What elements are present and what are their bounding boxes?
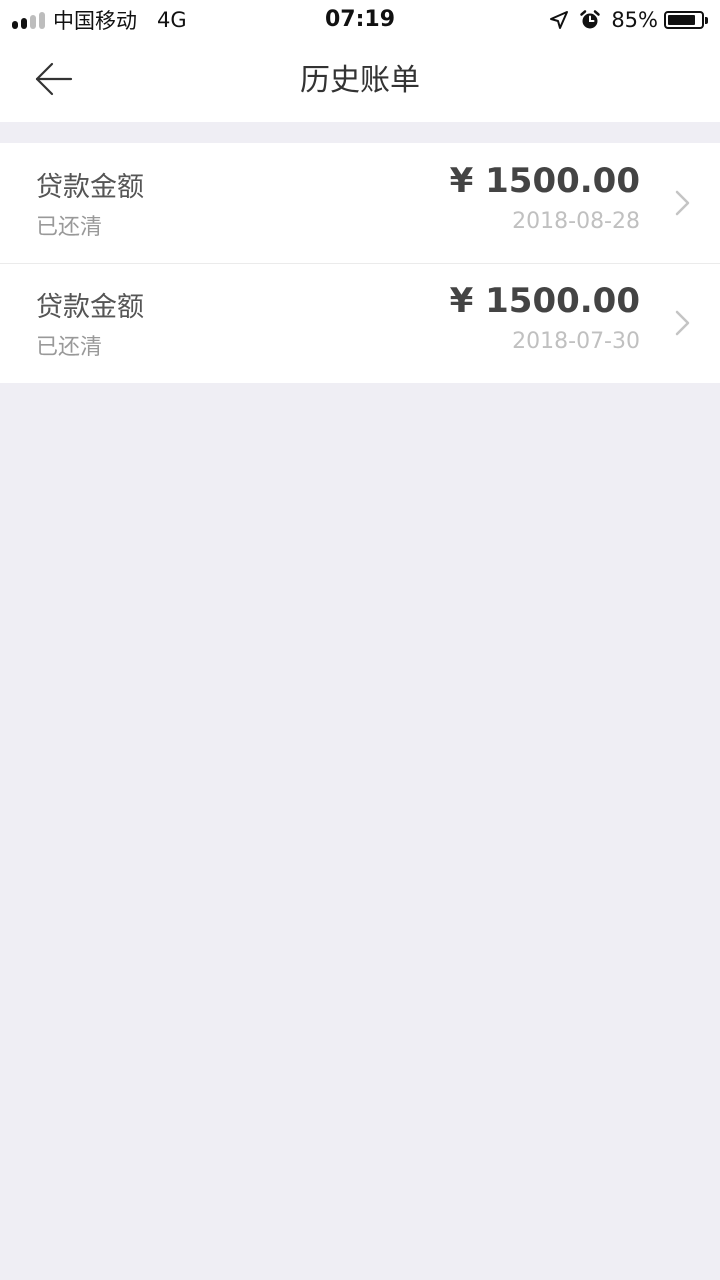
alarm-clock-icon [579, 9, 601, 31]
bill-list: 贷款金额 已还清 ¥ 1500.00 2018-08-28 贷款金额 已还清 ¥… [0, 143, 720, 383]
chevron-right-icon [674, 309, 692, 341]
bill-row[interactable]: 贷款金额 已还清 ¥ 1500.00 2018-08-28 [0, 143, 720, 263]
bill-label: 贷款金额 [36, 292, 144, 323]
bill-date: 2018-07-30 [512, 329, 640, 354]
status-right: 85% [549, 0, 708, 40]
bill-status: 已还清 [36, 215, 103, 240]
status-bar: 中国移动 4G 07:19 85% [0, 0, 720, 40]
battery-percent: 85% [611, 8, 658, 32]
location-arrow-icon [549, 10, 569, 30]
navigation-bar: 历史账单 [0, 40, 720, 122]
bill-row[interactable]: 贷款金额 已还清 ¥ 1500.00 2018-07-30 [0, 263, 720, 383]
battery-icon [664, 11, 708, 29]
bill-amount: ¥ 1500.00 [449, 281, 640, 321]
bill-status: 已还清 [36, 335, 103, 360]
bill-label: 贷款金额 [36, 172, 144, 203]
bill-date: 2018-08-28 [512, 209, 640, 234]
page-title: 历史账单 [300, 63, 420, 98]
bill-amount: ¥ 1500.00 [449, 161, 640, 201]
chevron-right-icon [674, 189, 692, 221]
